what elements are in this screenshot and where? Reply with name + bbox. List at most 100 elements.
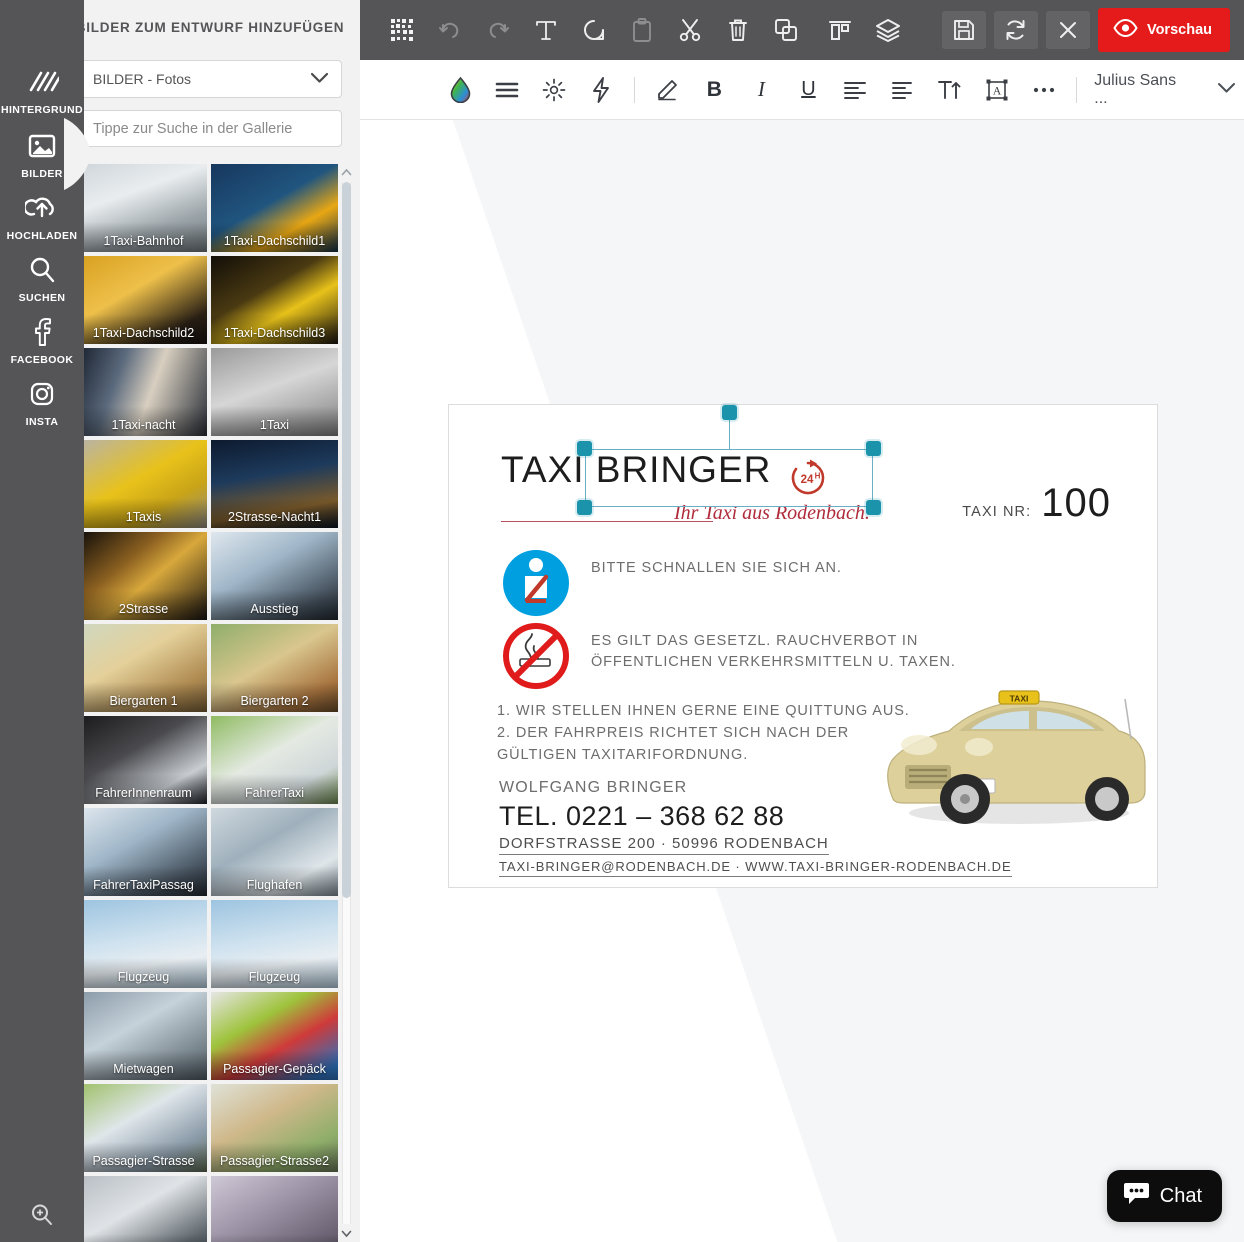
sidebar-label-suchen: SUCHEN: [18, 292, 66, 304]
undo-icon[interactable]: [426, 8, 474, 52]
thumb-label: Flugzeug: [248, 970, 301, 984]
gallery-thumb[interactable]: Passagier-Strasse: [80, 1084, 207, 1172]
facebook-icon: [0, 312, 84, 352]
canvas-stage[interactable]: TAXI BRINGER 24 H Ihr Taxi aus Rodenbach…: [360, 120, 1244, 1242]
category-select[interactable]: BILDER - Fotos: [80, 60, 342, 98]
sidebar-item-insta[interactable]: INSTA: [0, 374, 84, 428]
gallery-thumb[interactable]: 1Taxi-Bahnhof: [80, 164, 207, 252]
pen-icon[interactable]: [644, 68, 691, 112]
gallery-thumb[interactable]: 1Taxi: [211, 348, 338, 436]
sidebar-item-suchen[interactable]: SUCHEN: [0, 250, 84, 304]
resize-handle-bottom-right[interactable]: [866, 500, 881, 515]
bold-glyph: B: [706, 77, 722, 101]
paste-icon[interactable]: [618, 8, 666, 52]
sidebar-label-hintergrund: HINTERGRUND: [1, 104, 83, 116]
resize-handle-bottom-left[interactable]: [577, 500, 592, 515]
sidebar-item-hochladen[interactable]: HOCHLADEN: [0, 188, 84, 242]
gallery-thumb[interactable]: FahrerInnenraum: [80, 716, 207, 804]
effects-icon[interactable]: [578, 68, 625, 112]
svg-text:A: A: [993, 85, 1002, 97]
gallery-thumb[interactable]: FahrerTaxi: [211, 716, 338, 804]
gallery-thumb[interactable]: Ausstieg: [211, 532, 338, 620]
line-height-icon[interactable]: [484, 68, 531, 112]
thumb-label: FahrerInnenraum: [95, 786, 192, 800]
gallery-thumb[interactable]: Passagier-Strasse2: [211, 1084, 338, 1172]
reload-button[interactable]: [993, 11, 1038, 49]
close-button[interactable]: [1045, 11, 1090, 49]
gallery-thumb[interactable]: Biergarten 2: [211, 624, 338, 712]
gallery-thumb[interactable]: Biergarten 1: [80, 624, 207, 712]
gallery-thumb[interactable]: 1Taxi-nacht: [80, 348, 207, 436]
thumb-label: 1Taxis: [125, 510, 162, 524]
text-box-icon[interactable]: A: [973, 68, 1020, 112]
gallery-thumb[interactable]: Flughafen: [211, 808, 338, 896]
thumb-label: 1Taxi-Dachschild1: [223, 234, 326, 248]
image-gallery[interactable]: 1Taxi-Bahnhof 1Taxi-Dachschild1 1Taxi-Dach…: [80, 164, 348, 1242]
gallery-thumb[interactable]: 1Taxi-Dachschild3: [211, 256, 338, 344]
gallery-thumb[interactable]: 2Strasse-Nacht1: [211, 440, 338, 528]
text-icon[interactable]: [522, 8, 570, 52]
gallery-thumb[interactable]: FahrerTaxiPassag: [80, 808, 207, 896]
thumb-label: Biergarten 2: [240, 694, 309, 708]
align-icon[interactable]: [816, 8, 864, 52]
taxi-number-label: TAXI NR:: [962, 504, 1032, 520]
gallery-thumb[interactable]: Flugzeug: [80, 900, 207, 988]
gallery-scrollbar[interactable]: [338, 164, 354, 1242]
rules-list: 1. WIR STELLEN IHNEN GERNE EINE QUITTUNG…: [497, 703, 910, 763]
no-smoking-text: ES GILT DAS GESETZL. RAUCHVERBOT IN ÖFFE…: [591, 633, 956, 671]
contact-phone: TEL. 0221 – 368 62 88: [499, 801, 785, 831]
gallery-search-input[interactable]: [80, 110, 342, 147]
redo-icon[interactable]: [474, 8, 522, 52]
save-button[interactable]: [941, 11, 986, 49]
sidebar-item-hintergrund[interactable]: HINTERGRUND: [0, 62, 84, 116]
brightness-icon[interactable]: [531, 68, 578, 112]
chevron-down-icon: [1217, 81, 1236, 99]
qr-code-icon[interactable]: [378, 8, 426, 52]
sidebar-label-bilder: BILDER: [21, 168, 63, 180]
zoom-in-icon[interactable]: [0, 1202, 84, 1228]
gallery-thumb[interactable]: Mietwagen: [80, 992, 207, 1080]
bold-icon[interactable]: B: [691, 68, 738, 112]
gallery-thumb[interactable]: 1Taxis: [80, 440, 207, 528]
scrollbar-thumb[interactable]: [342, 182, 351, 898]
gallery-thumb[interactable]: 2Strasse: [80, 532, 207, 620]
color-drop-icon[interactable]: [436, 68, 483, 112]
seatbelt-note: BITTE SCHNALLEN SIE SICH AN.: [501, 548, 842, 623]
align-justify-icon[interactable]: [879, 68, 926, 112]
text-size-icon[interactable]: [926, 68, 973, 112]
gallery-thumb[interactable]: 1Taxi-Dachschild1: [211, 164, 338, 252]
gallery-thumb[interactable]: 1Taxi-Dachschild2: [80, 256, 207, 344]
thumb-label: Passagier-Gepäck: [223, 1062, 326, 1076]
upload-cloud-icon: [0, 188, 84, 228]
selection-overlay[interactable]: [577, 405, 881, 515]
chat-button[interactable]: Chat: [1106, 1170, 1222, 1222]
preview-button[interactable]: Vorschau: [1097, 8, 1230, 52]
resize-handle-top-left[interactable]: [577, 441, 592, 456]
italic-icon[interactable]: I: [738, 68, 785, 112]
font-family-select[interactable]: Julius Sans ...: [1086, 72, 1244, 108]
align-left-icon[interactable]: [832, 68, 879, 112]
images-panel: BILDER ZUM ENTWURF HINZUFÜGEN BILDER - F…: [60, 0, 360, 1242]
rotate-handle[interactable]: [722, 405, 737, 420]
trash-icon[interactable]: [714, 8, 762, 52]
gallery-thumb[interactable]: Passagier-Gepäck: [211, 992, 338, 1080]
taxi-number-value: 100: [1041, 481, 1111, 525]
preview-button-label: Vorschau: [1146, 22, 1212, 38]
panel-title: BILDER ZUM ENTWURF HINZUFÜGEN: [75, 20, 345, 35]
sidebar-item-facebook[interactable]: FACEBOOK: [0, 312, 84, 366]
duplicate-icon[interactable]: [762, 8, 810, 52]
gallery-thumb[interactable]: Flugzeug: [211, 900, 338, 988]
underline-icon[interactable]: U: [785, 68, 832, 112]
more-icon[interactable]: [1020, 68, 1067, 112]
layers-icon[interactable]: [864, 8, 912, 52]
gallery-thumb[interactable]: [211, 1176, 338, 1242]
scroll-down-icon[interactable]: [338, 1226, 354, 1242]
design-card[interactable]: TAXI BRINGER 24 H Ihr Taxi aus Rodenbach…: [448, 404, 1158, 888]
sidebar-item-bilder[interactable]: BILDER: [0, 126, 84, 180]
thumb-label: Ausstieg: [250, 602, 299, 616]
resize-handle-top-right[interactable]: [866, 441, 881, 456]
shape-icon[interactable]: [570, 8, 618, 52]
cut-icon[interactable]: [666, 8, 714, 52]
gallery-thumb[interactable]: [80, 1176, 207, 1242]
scroll-up-icon[interactable]: [338, 164, 354, 180]
